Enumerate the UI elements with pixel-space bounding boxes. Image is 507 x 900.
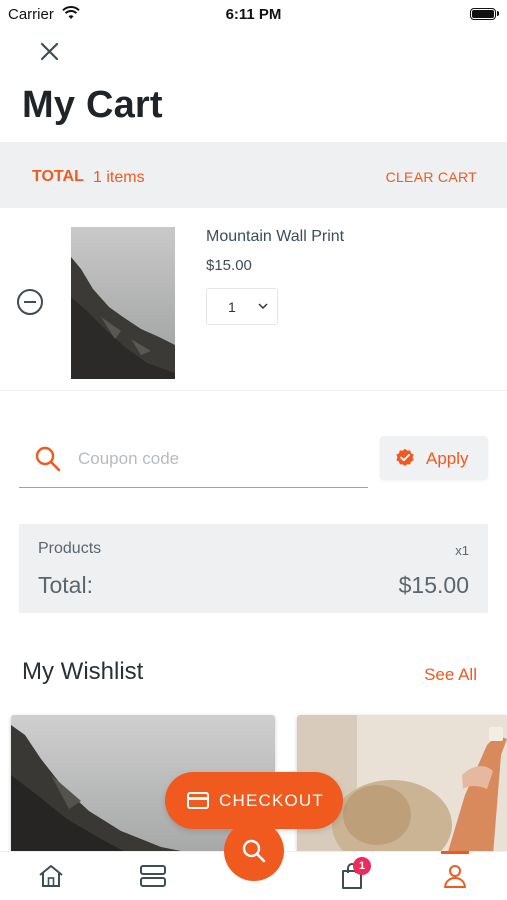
verified-badge-icon bbox=[396, 448, 414, 466]
total-amount: $15.00 bbox=[398, 572, 469, 598]
wishlist-title: My Wishlist bbox=[22, 658, 144, 685]
clear-cart-button[interactable]: CLEAR CART bbox=[386, 169, 477, 185]
home-icon[interactable] bbox=[37, 862, 65, 890]
total-label: Total: bbox=[38, 572, 93, 598]
mountain-print-image bbox=[71, 227, 175, 379]
cart-total-bar: TOTAL 1 items CLEAR CART bbox=[0, 142, 507, 208]
profile-icon[interactable] bbox=[441, 862, 469, 890]
apply-label: Apply bbox=[426, 449, 469, 468]
see-all-link[interactable]: See All bbox=[424, 665, 477, 685]
clock-label: 6:11 PM bbox=[225, 6, 282, 23]
close-button[interactable] bbox=[36, 38, 64, 66]
cart-badge: 1 bbox=[353, 857, 371, 875]
order-summary: Products x1 Total: $15.00 bbox=[19, 524, 488, 613]
item-price: $15.00 bbox=[206, 257, 252, 274]
coupon-underline bbox=[19, 487, 368, 488]
product-thumbnail bbox=[71, 227, 175, 379]
quantity-value: 1 bbox=[228, 299, 236, 315]
close-icon bbox=[40, 42, 59, 61]
total-label: TOTAL bbox=[32, 168, 84, 185]
remove-item-button[interactable] bbox=[17, 289, 43, 315]
status-bar: Carrier 6:11 PM bbox=[0, 0, 507, 30]
item-name: Mountain Wall Print bbox=[206, 228, 345, 245]
checkout-label: CHECKOUT bbox=[219, 791, 324, 810]
page-title: My Cart bbox=[22, 84, 163, 126]
search-icon bbox=[35, 446, 61, 472]
credit-card-icon bbox=[187, 792, 209, 809]
quantity-select[interactable]: 1 bbox=[206, 288, 278, 325]
divider bbox=[0, 390, 507, 391]
categories-icon[interactable] bbox=[139, 862, 167, 890]
products-count: x1 bbox=[455, 543, 469, 558]
chevron-down-icon bbox=[258, 303, 268, 310]
apply-coupon-button[interactable]: Apply bbox=[380, 436, 488, 480]
battery-icon bbox=[470, 8, 496, 20]
items-count: 1 items bbox=[93, 169, 145, 186]
coupon-input[interactable] bbox=[78, 446, 358, 472]
products-label: Products bbox=[38, 540, 102, 557]
active-tab-indicator bbox=[441, 851, 469, 854]
search-fab[interactable] bbox=[224, 821, 284, 881]
search-icon bbox=[242, 839, 266, 863]
